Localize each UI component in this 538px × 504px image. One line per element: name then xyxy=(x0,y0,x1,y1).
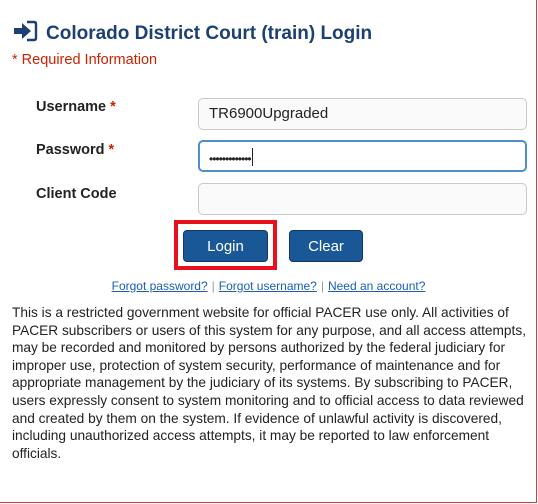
help-links: Forgot password? | Forgot username? | Need a… xyxy=(0,279,537,293)
password-value: ••••••••••••• xyxy=(209,152,252,166)
password-label: Password * xyxy=(36,142,114,158)
forgot-password-link[interactable]: Forgot password? xyxy=(112,279,208,293)
title-row: Colorado District Court (train) Login xyxy=(12,20,372,47)
password-input[interactable]: ••••••••••••• xyxy=(198,140,527,172)
password-label-text: Password xyxy=(36,142,105,158)
need-account-link[interactable]: Need an account? xyxy=(328,279,425,293)
restricted-use-notice: This is a restricted government website … xyxy=(12,305,526,461)
required-star: * xyxy=(110,99,116,115)
client-code-label: Client Code xyxy=(36,186,117,202)
login-panel: Colorado District Court (train) Login * … xyxy=(0,0,537,503)
forgot-username-link[interactable]: Forgot username? xyxy=(219,279,317,293)
required-note: * Required Information xyxy=(12,52,158,68)
username-label-text: Username xyxy=(36,99,107,115)
client-code-input[interactable] xyxy=(198,183,527,215)
text-caret xyxy=(251,148,253,166)
username-input[interactable]: TR6900Upgraded xyxy=(198,98,527,130)
page-title: Colorado District Court (train) Login xyxy=(46,22,373,44)
sign-in-arrow-icon xyxy=(12,20,38,47)
link-separator: | xyxy=(320,279,324,293)
link-separator: | xyxy=(211,279,215,293)
clear-button[interactable]: Clear xyxy=(289,230,363,262)
client-code-label-text: Client Code xyxy=(36,186,117,202)
username-value: TR6900Upgraded xyxy=(209,105,329,122)
login-button[interactable]: Login xyxy=(183,230,268,262)
username-label: Username * xyxy=(36,99,116,115)
required-star: * xyxy=(108,142,115,158)
